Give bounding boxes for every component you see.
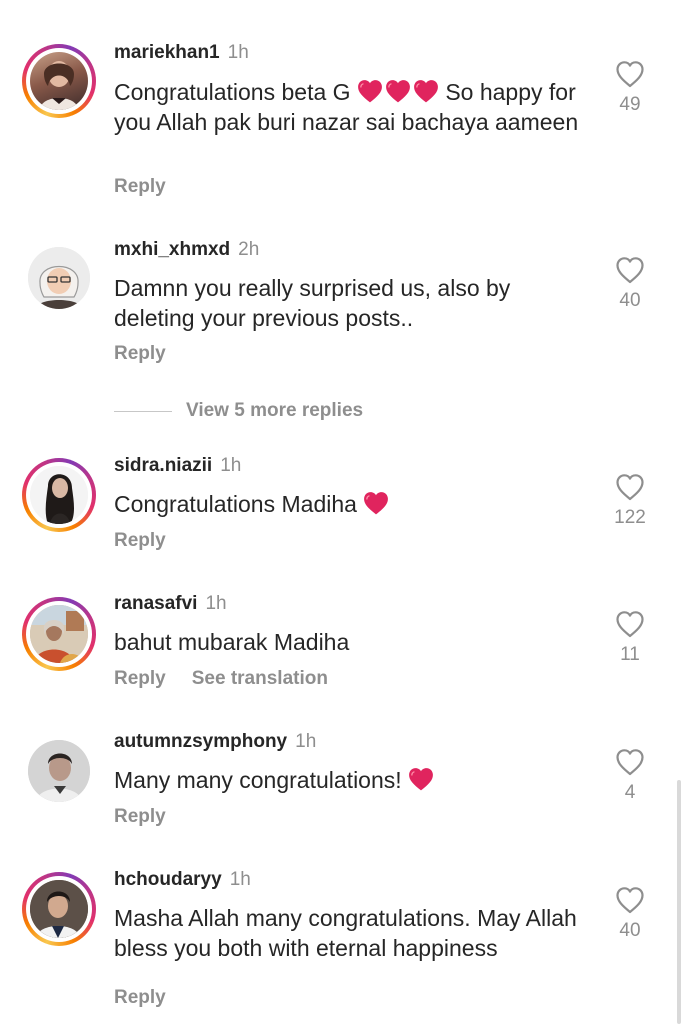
profile-photo bbox=[28, 247, 90, 309]
reply-button[interactable]: Reply bbox=[114, 668, 166, 689]
like-count: 122 bbox=[614, 507, 646, 528]
heart-outline-icon bbox=[615, 748, 645, 776]
like-button[interactable]: 40 bbox=[606, 256, 654, 312]
avatar[interactable] bbox=[22, 241, 96, 315]
comment-text: Congratulations beta G So happy for you … bbox=[114, 79, 579, 135]
comment-time: 2h bbox=[238, 239, 260, 260]
like-button[interactable]: 4 bbox=[606, 748, 654, 804]
like-count: 4 bbox=[624, 782, 636, 803]
comment-username[interactable]: mxhi_xhmxd bbox=[114, 239, 230, 260]
red-heart-emoji-icon bbox=[385, 79, 411, 103]
heart-outline-icon bbox=[615, 886, 645, 914]
avatar[interactable] bbox=[22, 734, 96, 808]
heart-outline-icon bbox=[615, 60, 645, 88]
profile-photo bbox=[28, 740, 90, 802]
heart-outline-icon bbox=[615, 610, 645, 638]
reply-button[interactable]: Reply bbox=[114, 806, 166, 827]
reply-button[interactable]: Reply bbox=[114, 987, 166, 1008]
reply-button[interactable]: Reply bbox=[114, 176, 166, 197]
scrollbar[interactable] bbox=[677, 780, 681, 1024]
like-button[interactable]: 49 bbox=[606, 60, 654, 116]
comment-text: Many many congratulations! bbox=[114, 765, 594, 795]
comment-time: 1h bbox=[220, 455, 242, 476]
profile-photo bbox=[40, 61, 78, 110]
like-count: 11 bbox=[620, 644, 640, 665]
comment-username[interactable]: sidra.niazii bbox=[114, 455, 212, 476]
avatar[interactable] bbox=[22, 44, 96, 118]
comment-username[interactable]: hchoudaryy bbox=[114, 869, 222, 890]
comment-text: Masha Allah many congratulations. May Al… bbox=[114, 905, 577, 961]
comment-text: Congratulations Madiha bbox=[114, 489, 594, 519]
red-heart-emoji-icon bbox=[363, 491, 389, 515]
like-count: 49 bbox=[619, 94, 641, 115]
avatar[interactable] bbox=[22, 597, 96, 671]
red-heart-emoji-icon bbox=[357, 79, 383, 103]
heart-outline-icon bbox=[615, 473, 645, 501]
profile-photo bbox=[30, 466, 88, 524]
like-button[interactable]: 40 bbox=[606, 886, 654, 942]
comment-text: bahut mubarak Madiha bbox=[114, 629, 350, 655]
like-count: 40 bbox=[619, 920, 641, 941]
reply-button[interactable]: Reply bbox=[114, 530, 166, 551]
heart-outline-icon bbox=[615, 256, 645, 284]
view-more-replies[interactable]: View 5 more replies bbox=[114, 400, 363, 422]
comment-time: 1h bbox=[227, 42, 249, 63]
avatar[interactable] bbox=[22, 458, 96, 532]
comment-time: 1h bbox=[229, 869, 251, 890]
like-count: 40 bbox=[619, 290, 641, 311]
comment-text: Damnn you really surprised us, also by d… bbox=[114, 275, 511, 331]
red-heart-emoji-icon bbox=[408, 767, 434, 791]
like-button[interactable]: 11 bbox=[606, 610, 654, 666]
profile-photo bbox=[30, 880, 88, 938]
reply-button[interactable]: Reply bbox=[114, 343, 166, 364]
profile-photo bbox=[30, 605, 88, 663]
view-more-replies-label: View 5 more replies bbox=[186, 400, 364, 421]
comment-username[interactable]: mariekhan1 bbox=[114, 42, 220, 63]
comment-time: 1h bbox=[295, 731, 317, 752]
avatar[interactable] bbox=[22, 872, 96, 946]
see-translation-button[interactable]: See translation bbox=[192, 668, 328, 689]
comment-username[interactable]: ranasafvi bbox=[114, 593, 197, 614]
red-heart-emoji-icon bbox=[413, 79, 439, 103]
divider bbox=[114, 410, 172, 412]
comment-time: 1h bbox=[205, 593, 227, 614]
comment-username[interactable]: autumnzsymphony bbox=[114, 731, 287, 752]
like-button[interactable]: 122 bbox=[606, 473, 654, 529]
